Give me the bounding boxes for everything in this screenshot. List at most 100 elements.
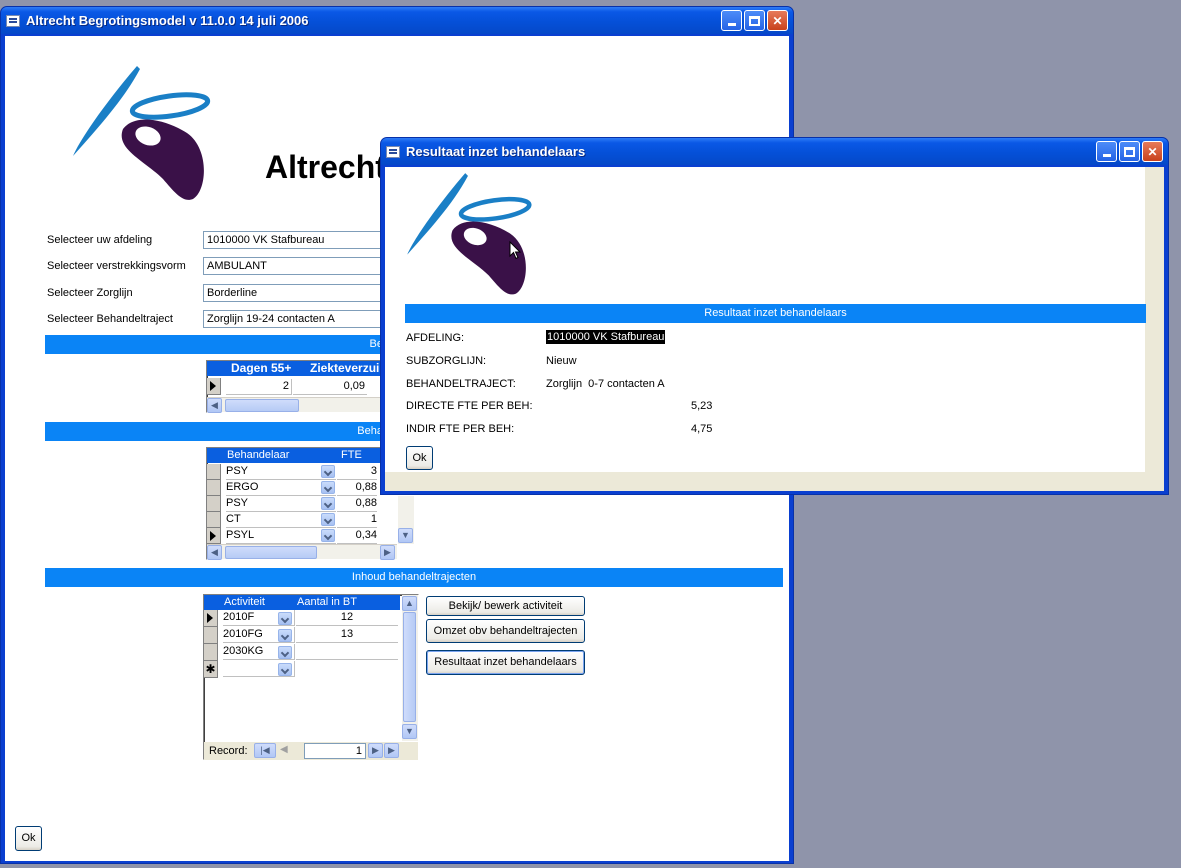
scroll-down-icon[interactable]: ▼ [398,528,413,543]
subzorglijn-result-value: Nieuw [546,355,577,367]
grid3-cell-aantal[interactable]: 13 [296,627,398,643]
grid3-vscrollbar[interactable]: ▲ ▼ [402,595,418,741]
grid2-cell-fte[interactable]: 0,34 [337,528,377,544]
scroll-down-icon[interactable]: ▼ [402,724,417,739]
grid3-row-selector[interactable] [204,627,218,644]
grid2-row-selector[interactable] [207,528,221,544]
grid2-cell-behandelaar[interactable]: CT [226,512,336,528]
grid2-hscrollbar[interactable]: ◀ ▶ [207,544,397,560]
main-ok-button[interactable]: Ok [15,826,42,851]
grid2-row-selector[interactable] [207,512,221,528]
mouse-cursor-icon [509,241,521,260]
grid3-header-activiteit: Activiteit [224,596,265,608]
zorglijn-field[interactable]: Borderline [203,284,383,302]
resultaat-button[interactable]: Resultaat inzet behandelaars [426,650,585,675]
main-heading: Altrecht [265,149,386,185]
first-record-icon[interactable]: |◀ [254,743,276,758]
section3-bar: Inhoud behandeltrajecten [45,568,783,587]
scroll-left-icon[interactable]: ◀ [207,545,222,560]
dropdown-icon[interactable] [278,663,292,676]
record-selector-arrow-icon [210,381,216,391]
last-record-icon[interactable]: ▶ [384,743,399,758]
dialog-ok-button[interactable]: Ok [406,446,433,470]
scroll-right-icon[interactable]: ▶ [380,545,395,560]
grid2-row-5[interactable]: PSYL 0,34 [207,528,397,544]
next-record-icon[interactable]: ▶ [368,743,383,758]
grid3-cell-aantal[interactable]: 12 [296,610,398,626]
scroll-left-icon[interactable]: ◀ [207,398,222,413]
dropdown-icon[interactable] [321,497,335,510]
afdeling-field[interactable]: 1010000 VK Stafbureau [203,231,383,249]
close-icon[interactable]: ✕ [1142,141,1163,162]
behandeltraject-field[interactable]: Zorglijn 19-24 contacten A [203,310,383,328]
app-icon[interactable] [386,145,400,158]
grid1-cell-ziekte[interactable]: 0,09 [293,379,367,395]
dropdown-icon[interactable] [278,612,292,625]
grid2-row-selector[interactable] [207,464,221,480]
indir-fte-value: 4,75 [691,423,713,435]
dropdown-icon[interactable] [278,646,292,659]
grid3-cell-aantal[interactable] [296,644,398,660]
grid3-row-1[interactable]: 2010F 12 [204,610,400,627]
dropdown-icon[interactable] [321,465,335,478]
grid2-cell-behandelaar[interactable]: ERGO [226,480,336,496]
grid2-row-2[interactable]: ERGO 0,88 [207,480,397,496]
record-selector-arrow-icon [210,531,216,541]
omzet-button[interactable]: Omzet obv behandeltrajecten [426,619,585,643]
minimize-icon[interactable] [721,10,742,31]
minimize-icon[interactable] [1096,141,1117,162]
grid3-row-2[interactable]: 2010FG 13 [204,627,400,644]
grid3-row-selector[interactable]: ✱ [204,661,218,678]
grid3-row-selector[interactable] [204,610,218,627]
new-record-icon: ✱ [205,662,216,676]
dialog-window: Resultaat inzet behandelaars ✕ Resultaat… [380,137,1169,495]
grid2-row-selector[interactable] [207,480,221,496]
grid1-row-selector[interactable] [207,378,221,395]
bekijk-activiteit-button[interactable]: Bekijk/ bewerk activiteit [426,596,585,616]
grid2-cell-fte[interactable]: 0,88 [337,496,377,512]
grid2-row-4[interactable]: CT 1 [207,512,397,528]
dropdown-icon[interactable] [278,629,292,642]
altrecht-logo-icon [73,66,211,200]
directe-fte-label: DIRECTE FTE PER BEH: [406,400,533,412]
record-number-field[interactable]: 1 [304,743,366,759]
altrecht-logo-icon [407,173,532,295]
dialog-title: Resultaat inzet behandelaars [406,144,586,159]
grid3-row-3[interactable]: 2030KG [204,644,400,661]
close-icon[interactable]: ✕ [767,10,788,31]
grid2-cell-behandelaar[interactable]: PSY [226,496,336,512]
grid2-cell-behandelaar[interactable]: PSY [226,464,336,480]
grid2-scroll-thumb[interactable] [225,546,317,559]
dialog-titlebar[interactable]: Resultaat inzet behandelaars ✕ [381,138,1168,165]
grid2-cell-fte[interactable]: 1 [337,512,377,528]
verstrekkingsvorm-field[interactable]: AMBULANT [203,257,383,275]
afdeling-result-value[interactable]: 1010000 VK Stafbureau [546,330,666,344]
prev-record-icon[interactable]: ◀ [280,744,288,755]
scroll-up-icon[interactable]: ▲ [402,596,417,611]
grid3-row-selector[interactable] [204,644,218,661]
grid1-cell-dagen[interactable]: 2 [226,379,292,395]
app-icon[interactable] [6,14,20,27]
grid3-new-row[interactable]: ✱ [204,661,400,678]
maximize-icon[interactable] [744,10,765,31]
zorglijn-label: Selecteer Zorglijn [47,287,133,299]
dropdown-icon[interactable] [321,481,335,494]
grid1-hscrollbar[interactable]: ◀ [207,397,387,413]
indir-fte-label: INDIR FTE PER BEH: [406,423,515,435]
section1-bar: Be [45,335,385,354]
afdeling-label: Selecteer uw afdeling [47,234,153,246]
grid2-cell-behandelaar[interactable]: PSYL [226,528,336,544]
dropdown-icon[interactable] [321,529,335,542]
grid3: Activiteit Aantal in BT 2010F 12 2010FG … [203,594,419,760]
grid2-cell-fte[interactable]: 3 [337,464,377,480]
grid2-row-3[interactable]: PSY 0,88 [207,496,397,512]
grid2-row-1[interactable]: PSY 3 [207,464,397,480]
maximize-icon[interactable] [1119,141,1140,162]
grid2-cell-fte[interactable]: 0,88 [337,480,377,496]
dropdown-icon[interactable] [321,513,335,526]
grid2-vscrollbar[interactable]: ▼ [398,496,414,544]
grid1-scroll-thumb[interactable] [225,399,299,412]
grid3-vscroll-thumb[interactable] [403,612,416,722]
grid2-row-selector[interactable] [207,496,221,512]
main-titlebar[interactable]: Altrecht Begrotingsmodel v 11.0.0 14 jul… [1,7,793,34]
